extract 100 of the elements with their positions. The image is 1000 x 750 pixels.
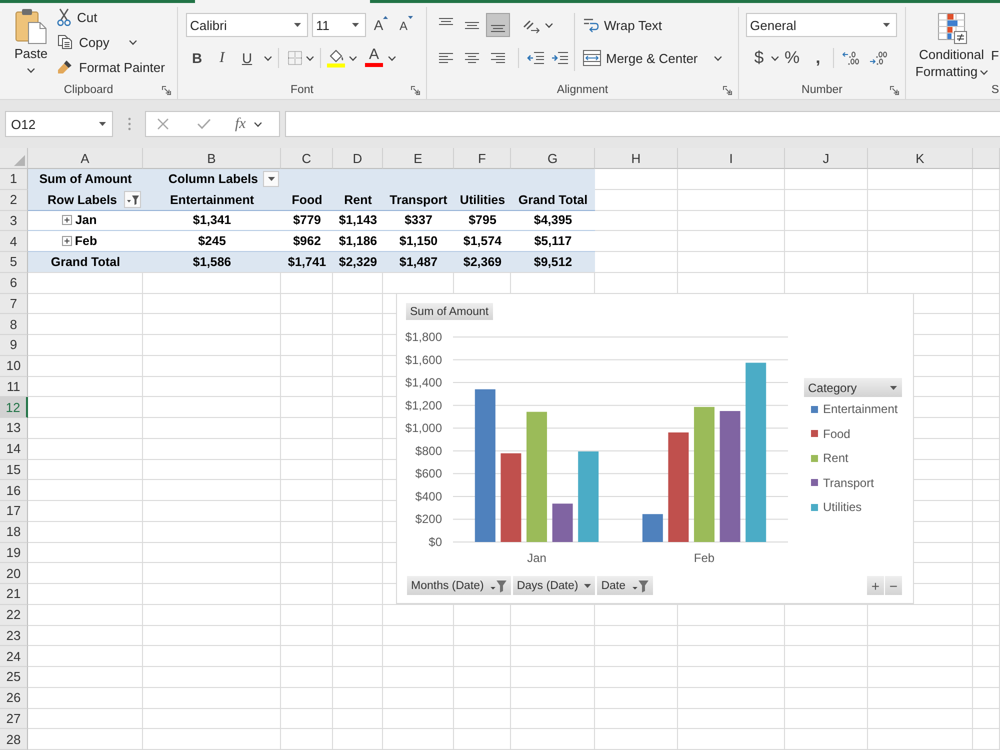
- column-header[interactable]: A: [28, 148, 143, 169]
- row-header[interactable]: 11: [0, 376, 28, 398]
- format-painter-button[interactable]: Format Painter: [55, 57, 167, 77]
- bold-button[interactable]: B: [186, 47, 208, 69]
- row-header[interactable]: 25: [0, 667, 28, 688]
- align-button[interactable]: [486, 13, 510, 37]
- table-cell: Sum of Amount: [28, 169, 143, 190]
- table-cell: [973, 335, 1000, 356]
- indent-decrease-icon[interactable]: [527, 51, 545, 65]
- number-format-field[interactable]: General: [746, 13, 897, 37]
- currency-button[interactable]: $: [750, 47, 768, 69]
- row-header[interactable]: 4: [0, 231, 28, 252]
- launcher-icon[interactable]: [723, 86, 732, 94]
- column-header[interactable]: F: [454, 148, 511, 169]
- row-header[interactable]: 23: [0, 626, 28, 646]
- caret-icon[interactable]: [771, 56, 779, 60]
- merge-center-button[interactable]: Merge & Center: [580, 46, 701, 70]
- row-header[interactable]: 9: [0, 335, 28, 356]
- conditional-formatting-button[interactable]: Conditional Formatting: [913, 7, 990, 80]
- caret-icon[interactable]: [264, 56, 272, 60]
- wrap-text-button[interactable]: Wrap Text: [580, 13, 666, 37]
- table-cell: $337: [383, 210, 454, 232]
- table-cell: [973, 604, 1000, 626]
- table-cell: [281, 460, 333, 480]
- caret-icon[interactable]: [306, 56, 314, 60]
- column-header[interactable]: D: [333, 148, 383, 169]
- column-header[interactable]: H: [595, 148, 678, 169]
- row-header[interactable]: 3: [0, 210, 28, 232]
- field-button[interactable]: Sum of Amount: [406, 303, 493, 320]
- row-header[interactable]: 16: [0, 480, 28, 501]
- row-header[interactable]: 26: [0, 688, 28, 708]
- decimal-decrease-icon[interactable]: [869, 50, 887, 66]
- caret-icon[interactable]: [388, 56, 396, 60]
- paste-button[interactable]: Paste: [10, 7, 52, 82]
- caret-icon[interactable]: [714, 56, 722, 60]
- row-header[interactable]: 6: [0, 272, 28, 294]
- insert-function-button[interactable]: fx: [235, 116, 246, 132]
- row-header[interactable]: 15: [0, 460, 28, 480]
- filter-button[interactable]: [124, 191, 141, 208]
- ribbon-button[interactable]: F: [991, 47, 999, 64]
- cut-button[interactable]: Cut: [55, 7, 167, 27]
- row-header[interactable]: 8: [0, 314, 28, 335]
- row-header[interactable]: 22: [0, 604, 28, 626]
- field-button[interactable]: Date: [597, 576, 653, 595]
- font-size-field[interactable]: 11: [312, 13, 366, 37]
- row-header[interactable]: 20: [0, 563, 28, 584]
- column-header[interactable]: K: [868, 148, 973, 169]
- italic-button[interactable]: I: [211, 47, 233, 69]
- font-name-field[interactable]: Calibri: [186, 13, 308, 37]
- decimal-increase-icon[interactable]: [842, 50, 860, 66]
- copy-button[interactable]: Copy: [55, 32, 167, 52]
- launcher-icon[interactable]: [162, 86, 171, 94]
- formula-input[interactable]: [285, 111, 1000, 137]
- row-header[interactable]: 7: [0, 294, 28, 314]
- dropdown-button[interactable]: [263, 171, 279, 188]
- shrink-font-button[interactable]: A: [396, 14, 416, 36]
- percent-button[interactable]: %: [783, 47, 801, 69]
- column-header[interactable]: I: [678, 148, 785, 169]
- field-button[interactable]: Days (Date): [512, 576, 596, 595]
- caret-icon[interactable]: [254, 122, 262, 126]
- expand-icon[interactable]: [62, 236, 72, 246]
- row-header[interactable]: 14: [0, 438, 28, 460]
- row-header[interactable]: 18: [0, 522, 28, 542]
- expand-icon[interactable]: [62, 215, 72, 226]
- underline-button[interactable]: U: [236, 47, 258, 69]
- column-header[interactable]: C: [281, 148, 333, 169]
- table-cell: $795: [454, 210, 511, 232]
- legend-field-button[interactable]: Category: [804, 378, 902, 397]
- check-icon[interactable]: [197, 118, 211, 130]
- table-cell: $1,143: [333, 210, 383, 232]
- caret-icon[interactable]: [545, 22, 553, 28]
- caret-icon[interactable]: [349, 56, 357, 60]
- grow-font-button[interactable]: A: [371, 14, 391, 36]
- comma-button[interactable]: ,: [809, 47, 827, 69]
- launcher-icon[interactable]: [411, 86, 420, 94]
- row-header[interactable]: 13: [0, 418, 28, 439]
- column-header[interactable]: E: [383, 148, 454, 169]
- row-header[interactable]: 24: [0, 646, 28, 667]
- row-header[interactable]: 10: [0, 356, 28, 376]
- column-header[interactable]: B: [143, 148, 281, 169]
- font-color-button[interactable]: A: [363, 47, 385, 69]
- fill-bucket-icon[interactable]: [326, 48, 346, 68]
- row-header[interactable]: 28: [0, 729, 28, 750]
- column-header[interactable]: J: [785, 148, 868, 169]
- row-header[interactable]: 21: [0, 584, 28, 605]
- row-header[interactable]: 19: [0, 542, 28, 564]
- plus-button[interactable]: +: [867, 576, 884, 595]
- row-header[interactable]: 27: [0, 708, 28, 730]
- field-button[interactable]: Months (Date): [407, 576, 511, 595]
- table-cell: [281, 563, 333, 584]
- row-header[interactable]: 12: [0, 397, 28, 418]
- name-box[interactable]: O12: [5, 111, 113, 137]
- row-header[interactable]: 1: [0, 169, 28, 190]
- row-header[interactable]: 2: [0, 190, 28, 210]
- column-header[interactable]: G: [511, 148, 595, 169]
- minus-button[interactable]: −: [885, 576, 902, 595]
- launcher-icon[interactable]: [890, 86, 899, 94]
- row-header[interactable]: 5: [0, 252, 28, 273]
- row-header[interactable]: 17: [0, 501, 28, 522]
- indent-increase-icon[interactable]: [551, 51, 569, 65]
